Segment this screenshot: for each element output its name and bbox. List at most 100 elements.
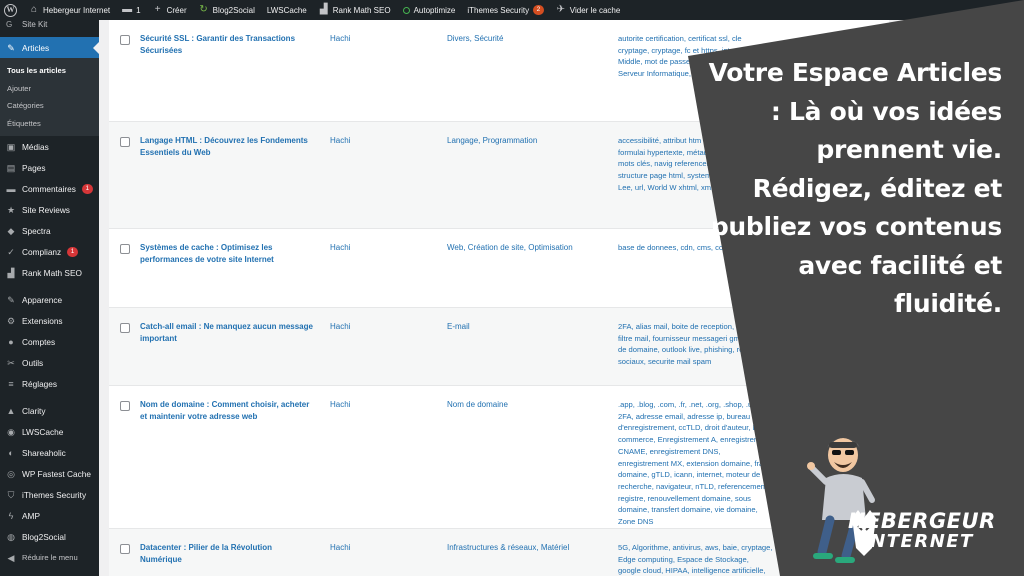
post-author-link[interactable]: Hachi xyxy=(330,321,350,333)
brand-line-2: INTERNET xyxy=(862,531,974,552)
post-categories[interactable]: Web, Création de site, Optimisation xyxy=(447,242,597,254)
sidebar-item-amp[interactable]: ϟ AMP xyxy=(0,505,99,526)
post-title-link[interactable]: Catch-all email : Ne manquez aucun messa… xyxy=(140,321,315,345)
post-author-link[interactable]: Hachi xyxy=(330,542,350,554)
post-title-link[interactable]: Sécurité SSL : Garantir des Transactions… xyxy=(140,33,315,57)
post-categories[interactable]: E-mail xyxy=(447,321,597,333)
post-author-link[interactable]: Hachi xyxy=(330,399,350,411)
amp-icon: ϟ xyxy=(8,510,14,521)
post-title-link[interactable]: Nom de domaine : Comment choisir, achete… xyxy=(140,399,315,423)
post-author-link[interactable]: Hachi xyxy=(330,33,350,45)
brand-line-1: HEBERGEUR xyxy=(848,509,996,533)
blog2social-icon: ◍ xyxy=(7,531,15,542)
lwscache-label: LWSCache xyxy=(266,5,307,15)
sidebar-item-complianz[interactable]: ✓ Complianz 1 xyxy=(0,241,99,262)
new-content-menu[interactable]: + Créer xyxy=(153,5,187,15)
post-title-link[interactable]: Langage HTML : Découvrez les Fondements … xyxy=(140,135,315,159)
row-checkbox[interactable] xyxy=(120,244,130,254)
post-title-link[interactable]: Systèmes de cache : Optimisez les perfor… xyxy=(140,242,315,266)
sidebar-item-outils[interactable]: ✂ Outils xyxy=(0,352,99,373)
sidebar-item-label: Médias xyxy=(22,141,49,152)
autoptimize-menu[interactable]: Autoptimize xyxy=(402,6,455,15)
sidebar-item-m-dias[interactable]: ▣ Médias xyxy=(0,136,99,157)
sidebar-item-shareaholic[interactable]: ◐ Shareaholic xyxy=(0,442,99,463)
rankmath-icon: ▟ xyxy=(7,267,15,278)
sidebar-item-clarity[interactable]: ▲ Clarity xyxy=(0,400,99,421)
table-row[interactable]: Datacenter : Pilier de la Révolution Num… xyxy=(109,529,889,576)
notification-badge: 1 xyxy=(67,246,78,257)
rankmath-icon: ▟ xyxy=(319,4,328,15)
post-tags[interactable]: 2FA, alias mail, boite de reception, do … xyxy=(618,321,773,368)
appearance-icon: ✎ xyxy=(7,294,15,305)
sidebar-item-label: Complianz xyxy=(22,246,62,257)
notification-badge: 1 xyxy=(81,183,93,194)
comments-count: 1 xyxy=(136,5,141,15)
sidebar-item-site-kit[interactable]: G Site Kit xyxy=(0,20,99,29)
blog2social-label: Blog2Social xyxy=(212,5,255,15)
post-categories[interactable]: Langage, Programmation xyxy=(447,135,597,147)
sidebar-item-label: Réduire le menu xyxy=(22,553,78,562)
sidebar-item-label: WP Fastest Cache xyxy=(22,468,92,479)
site-name-link[interactable]: ⌂ Hebergeur Internet xyxy=(29,5,110,15)
blog2social-icon: ↻ xyxy=(199,4,208,15)
sidebar-item-commentaires[interactable]: ▬ Commentaires 1 xyxy=(0,178,99,199)
post-tags[interactable]: .app, .blog, .com, .fr, .net, .org, .sho… xyxy=(618,399,773,528)
post-categories[interactable]: Infrastructures & réseaux, Matériel xyxy=(447,542,597,554)
sidebar-item-apparence[interactable]: ✎ Apparence xyxy=(0,289,99,310)
sidebar-item-lwscache[interactable]: ◉ LWSCache xyxy=(0,421,99,442)
home-icon: ⌂ xyxy=(30,4,38,15)
plugins-icon: ⚙ xyxy=(6,315,16,326)
sidebar-item-rank-math-seo[interactable]: ▟ Rank Math SEO xyxy=(0,262,99,283)
sidebar-item-label: Outils xyxy=(22,357,44,368)
lwscache-menu[interactable]: LWSCache xyxy=(267,6,307,15)
sidebar-item-r-glages[interactable]: ≡ Réglages xyxy=(0,373,99,394)
clear-cache-label: Vider le cache xyxy=(569,5,621,15)
sidebar-item-label: iThemes Security xyxy=(22,489,87,500)
sidebar-item-comptes[interactable]: ● Comptes xyxy=(0,331,99,352)
table-row[interactable]: Nom de domaine : Comment choisir, achete… xyxy=(109,386,889,529)
post-tags[interactable]: 5G, Algorithme, antivirus, aws, baie, cr… xyxy=(618,542,773,576)
new-label: Créer xyxy=(166,5,187,15)
submenu-add[interactable]: Ajouter xyxy=(0,80,99,98)
ithemes-menu[interactable]: iThemes Security 2 xyxy=(467,5,544,15)
row-checkbox[interactable] xyxy=(120,137,130,147)
articles-submenu: Tous les articles Ajouter Catégories Éti… xyxy=(0,58,99,136)
row-checkbox[interactable] xyxy=(120,544,130,554)
sidebar-item-ithemes-security[interactable]: ⛉ iThemes Security xyxy=(0,484,99,505)
sidebar-item-site-reviews[interactable]: ★ Site Reviews xyxy=(0,199,99,220)
plus-icon: + xyxy=(154,4,161,15)
post-extra-cell: — xyxy=(781,542,789,551)
sidebar-item-extensions[interactable]: ⚙ Extensions xyxy=(0,310,99,331)
sidebar-item-wp-fastest-cache[interactable]: ◎ WP Fastest Cache xyxy=(0,463,99,484)
pages-icon: ▤ xyxy=(6,162,16,173)
shareaholic-icon: ◐ xyxy=(8,447,14,458)
submenu-tags[interactable]: Étiquettes xyxy=(0,115,99,133)
wordpress-menu[interactable]: W xyxy=(4,3,17,17)
sidebar-item-label: LWSCache xyxy=(22,426,64,437)
sidebar-item-label: Apparence xyxy=(22,294,63,305)
post-categories[interactable]: Divers, Sécurité xyxy=(447,33,597,45)
submenu-categories[interactable]: Catégories xyxy=(0,97,99,115)
post-author-link[interactable]: Hachi xyxy=(330,135,350,147)
wordpress-icon: W xyxy=(4,3,17,17)
admin-sidebar: G Site Kit ✎ Articles Tous les articles … xyxy=(0,20,99,576)
comments-link[interactable]: ▬ 1 xyxy=(122,5,140,15)
sidebar-item-articles[interactable]: ✎ Articles xyxy=(0,37,99,58)
sidebar-item-label: Réglages xyxy=(22,378,58,389)
sidebar-item-blog2social[interactable]: ◍ Blog2Social xyxy=(0,526,99,547)
row-checkbox[interactable] xyxy=(120,401,130,411)
site-kit-icon: G xyxy=(6,20,13,29)
submenu-all-articles[interactable]: Tous les articles xyxy=(0,62,99,80)
clear-cache-button[interactable]: ✈ Vider le cache xyxy=(556,5,621,15)
comments-icon: ▬ xyxy=(6,183,16,194)
post-title-link[interactable]: Datacenter : Pilier de la Révolution Num… xyxy=(140,542,315,566)
row-checkbox[interactable] xyxy=(120,35,130,45)
row-checkbox[interactable] xyxy=(120,323,130,333)
blog2social-menu[interactable]: ↻ Blog2Social xyxy=(199,4,255,15)
sidebar-item-spectra[interactable]: ◆ Spectra xyxy=(0,220,99,241)
sidebar-item-pages[interactable]: ▤ Pages xyxy=(0,157,99,178)
post-categories[interactable]: Nom de domaine xyxy=(447,399,597,411)
rankmath-menu[interactable]: ▟ Rank Math SEO xyxy=(319,5,391,15)
collapse-menu-button[interactable]: ◀ Réduire le menu xyxy=(0,547,99,568)
post-author-link[interactable]: Hachi xyxy=(330,242,350,254)
